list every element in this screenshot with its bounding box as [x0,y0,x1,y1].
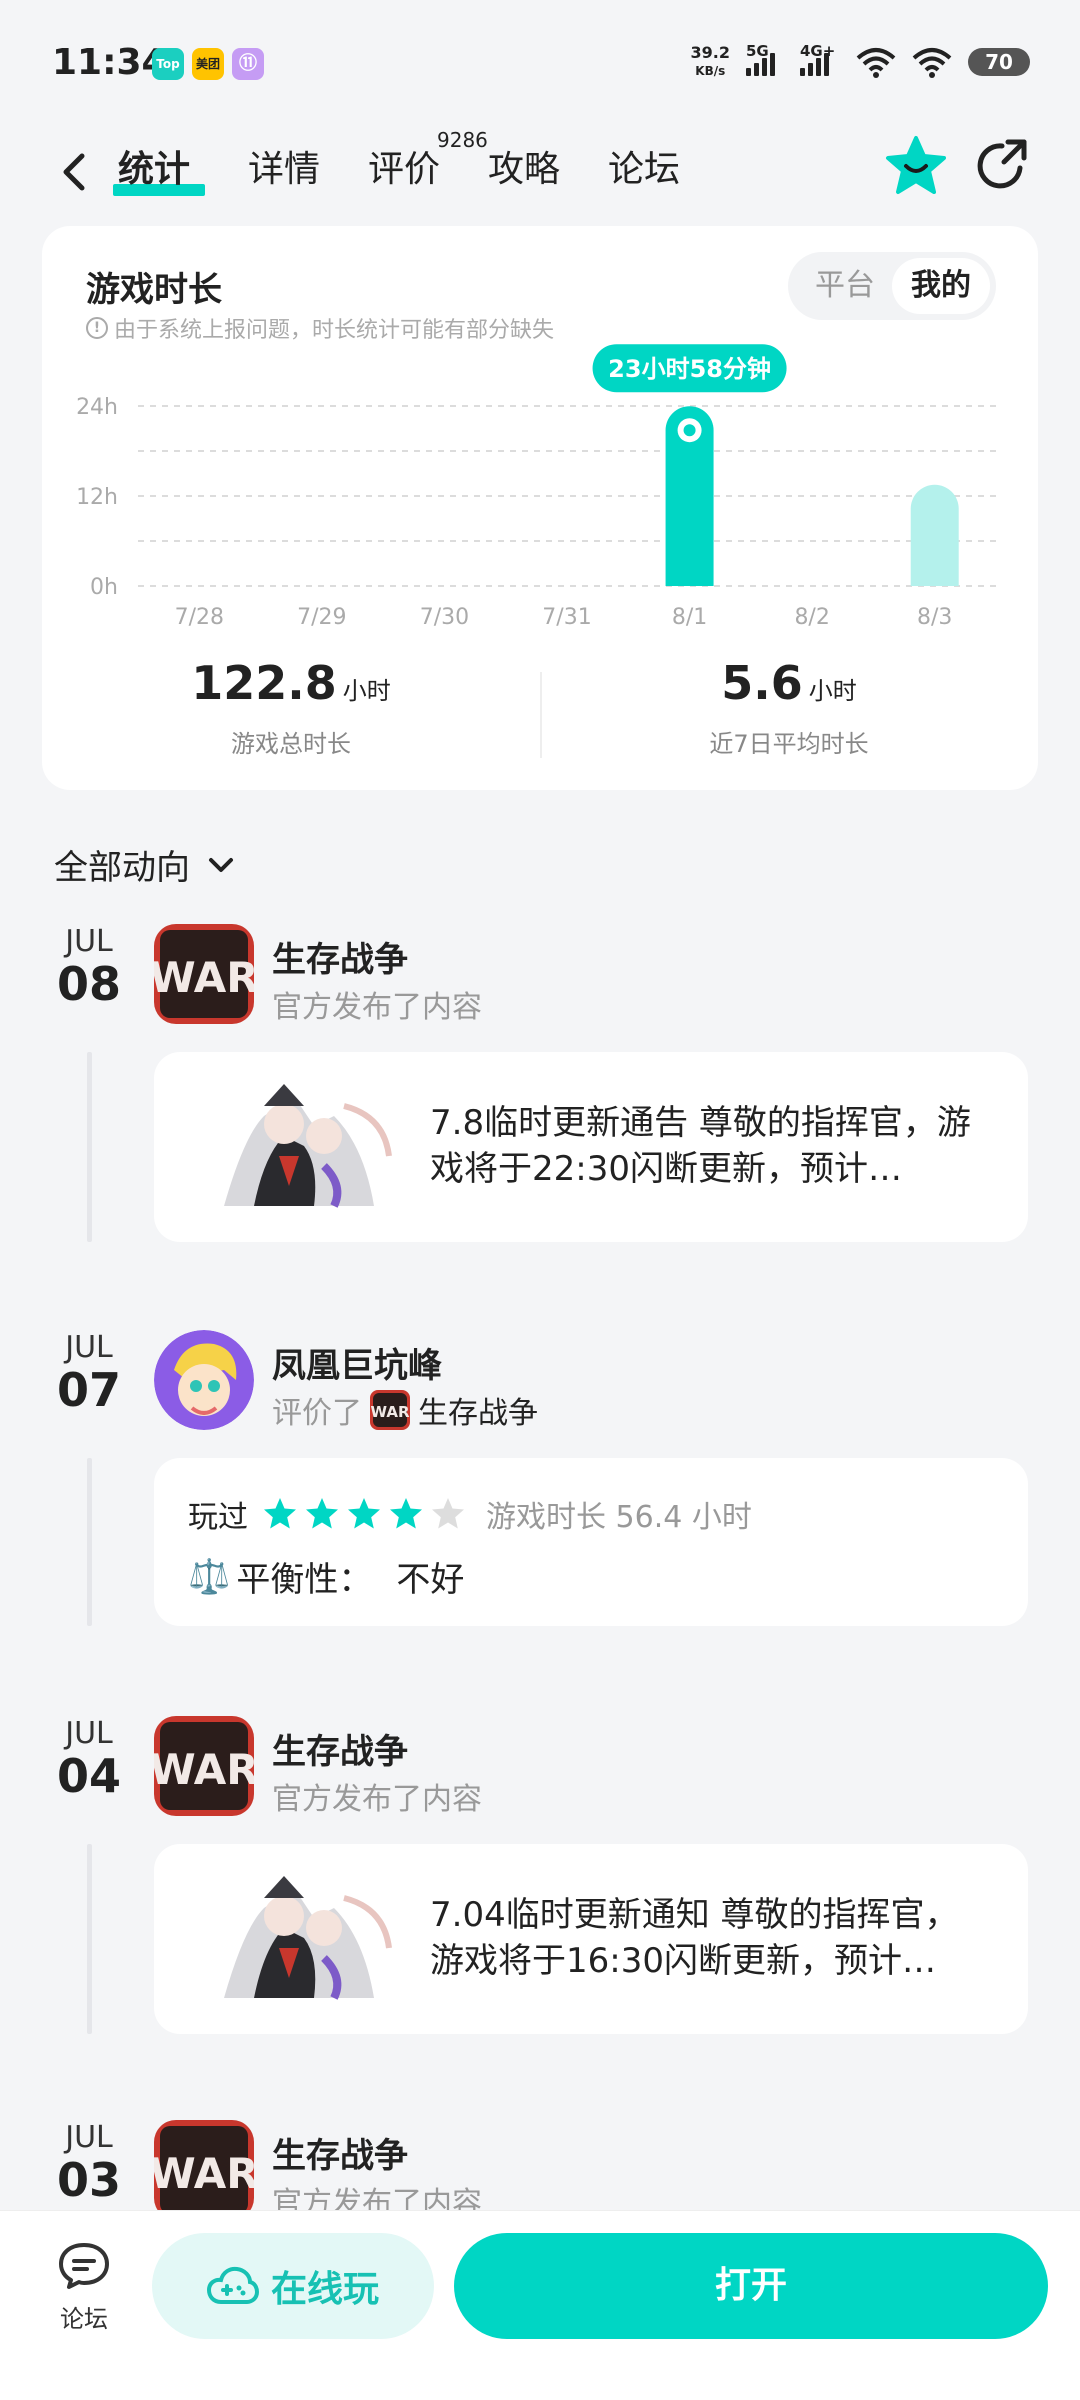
war-game-icon[interactable]: WAR [154,924,254,1024]
x-tick-label: 7/29 [297,605,346,630]
app-purple-icon: ⑪ [232,48,264,80]
entry-date: JUL 08 [56,924,121,1011]
open-game-button[interactable]: 打开 [454,2233,1048,2339]
bar-tooltip-text: 23小时58分钟 [608,355,771,383]
post-thumbnail [184,1076,398,1218]
clock: 11:34 [52,42,167,83]
forum-button[interactable]: 论坛 [44,2241,124,2334]
wifi-icon-2 [912,48,952,78]
entry-subtitle: 官方发布了内容 [272,990,482,1025]
forum-chat-icon [59,2243,109,2289]
forum-label: 论坛 [60,2305,108,2333]
star-icon [264,1498,296,1529]
avg-playtime: 5.6 小时 近7日平均时长 [709,656,869,758]
entry-date: JUL 03 [56,2120,121,2207]
timeline-line [87,1458,92,1626]
status-bar: 11:34 Top 美团 ⑪ 39.2 KB/s 5G 4G+ 70 [0,0,1080,130]
x-tick-label: 7/30 [420,605,469,630]
x-tick-label: 8/3 [917,605,952,630]
playtime-chart: 24h 12h 0h 7/28 7/29 7/30 7/31 8/1 23小时58分钟 8/2 8/… [76,344,996,630]
bar-marker-dot [683,424,696,437]
x-tick-label: 7/28 [175,605,224,630]
bottom-action-bar: 论坛 在线玩 打开 [0,2210,1080,2400]
playtime-card: 游戏时长 ! 由于系统上报问题，时长统计可能有部分缺失 平台 我的 24h 12h… [42,226,1038,790]
y-tick-label: 0h [90,575,118,600]
war-game-small-icon: WAR [370,1390,410,1430]
post-card[interactable]: 7.04临时更新通知 尊敬的指挥官，游戏将于16:30闪断更新，预计… [154,1844,1028,2034]
total-playtime: 122.8 小时 游戏总时长 [191,656,391,758]
post-text: 7.8临时更新通告 尊敬的指挥官，游戏将于22:30闪断更新，预计… [430,1103,971,1189]
post-text: 7.04临时更新通知 尊敬的指挥官，游戏将于16:30闪断更新，预计… [430,1895,959,1981]
post-card[interactable]: 7.8临时更新通告 尊敬的指挥官，游戏将于22:30闪断更新，预计… [154,1052,1028,1242]
svg-text:WAR: WAR [154,1745,254,1794]
star-icon [306,1498,338,1529]
y-tick-label: 12h [76,485,118,510]
timeline-line [87,1844,92,2034]
wifi-icon [856,48,896,78]
timeline-line [87,1052,92,1242]
entry-date: JUL 04 [56,1716,121,1803]
review-balance: ⚖️ 平衡性： 不好 [188,1556,465,1601]
svg-text:WAR: WAR [154,2149,254,2198]
y-tick-label: 24h [76,395,118,420]
review-card[interactable]: 玩过 游戏时长 56.4 小时 ⚖️ 平衡性： 不好 [154,1458,1028,1626]
entry-date: JUL 07 [56,1330,121,1417]
favorite-star-icon[interactable] [884,134,948,198]
entry-subtitle: 评价了 WAR 生存战争 [272,1388,538,1432]
signal-5g-icon: 5G [746,42,784,76]
balance-scale-icon: ⚖️ [188,1556,231,1597]
cloud-play-label: 在线玩 [270,2269,379,2310]
net-speed: 39.2 KB/s [690,43,730,79]
entry-subtitle: 官方发布了内容 [272,1782,482,1817]
entry-title[interactable]: 生存战争 [272,1724,408,1773]
review-rating-row: 玩过 游戏时长 56.4 小时 [188,1492,752,1536]
x-tick-label: 8/2 [794,605,829,630]
entry-title[interactable]: 生存战争 [272,2128,408,2177]
star-icon [432,1498,464,1529]
top-nav: 统计 详情 评价 9286 攻略 论坛 [0,128,1080,230]
tab-reviews[interactable]: 评价 [368,140,440,192]
signal-4g-icon: 4G+ [800,42,840,76]
chevron-down-icon [209,857,233,872]
tab-stats[interactable]: 统计 [118,140,190,192]
rating-stars [262,1496,466,1532]
war-game-icon[interactable]: WAR [154,1716,254,1816]
battery-icon: 70 [968,48,1030,76]
svg-text:WAR: WAR [154,953,254,1002]
star-icon [348,1498,380,1529]
entry-title[interactable]: 生存战争 [272,932,408,981]
back-arrow-icon[interactable] [50,142,100,202]
svg-text:WAR: WAR [370,1403,409,1421]
share-icon[interactable] [970,134,1034,198]
tab-forum[interactable]: 论坛 [608,140,680,192]
tab-details[interactable]: 详情 [248,140,320,192]
x-tick-label: 8/1 [672,605,707,630]
feed-filter-dropdown[interactable]: 全部动向 [54,840,236,889]
entry-title[interactable]: 凤凰巨坑峰 [272,1338,442,1387]
chart-bar [910,484,959,586]
review-count-badge: 9286 [437,128,488,152]
post-thumbnail [184,1868,398,2010]
star-icon [390,1498,422,1529]
taptap-icon: Top [152,48,184,80]
tab-guides[interactable]: 攻略 [488,140,560,192]
user-avatar[interactable] [154,1330,254,1430]
cloud-gamepad-icon [206,2266,259,2304]
meituan-icon: 美团 [192,48,224,80]
war-game-icon[interactable]: WAR [154,2120,254,2220]
cloud-play-button[interactable]: 在线玩 [152,2233,434,2339]
feed-filter-label: 全部动向 [54,848,190,888]
x-tick-label: 7/31 [542,605,591,630]
